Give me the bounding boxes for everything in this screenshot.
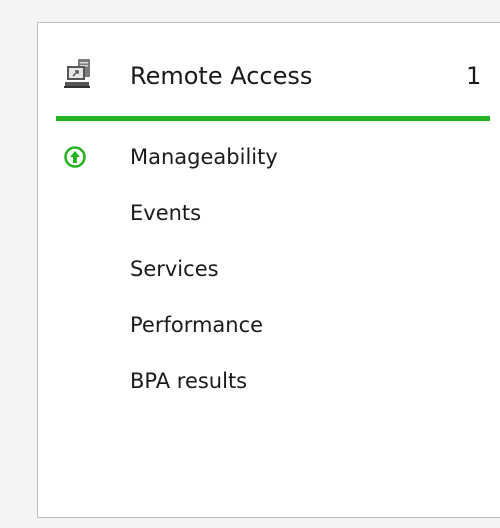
- tile-title[interactable]: Remote Access: [130, 61, 312, 91]
- list-item-performance[interactable]: Performance: [38, 303, 500, 347]
- server-icon: [64, 59, 90, 88]
- item-label: BPA results: [130, 369, 248, 393]
- item-label: Services: [130, 257, 219, 281]
- upgrade-arrow-icon: [64, 146, 86, 168]
- tile-count: 1: [466, 62, 482, 90]
- remote-access-tile: Remote Access 1 Manageability Events Ser…: [37, 22, 500, 518]
- tile-header[interactable]: Remote Access 1: [38, 23, 500, 123]
- list-item-services[interactable]: Services: [38, 247, 500, 291]
- item-label: Performance: [130, 313, 264, 337]
- list-item-events[interactable]: Events: [38, 191, 500, 235]
- item-label: Manageability: [130, 145, 278, 169]
- list-item-manageability[interactable]: Manageability: [38, 135, 500, 179]
- list-item-bpa-results[interactable]: BPA results: [38, 359, 500, 403]
- item-label: Events: [130, 201, 202, 225]
- status-bar: [56, 116, 490, 121]
